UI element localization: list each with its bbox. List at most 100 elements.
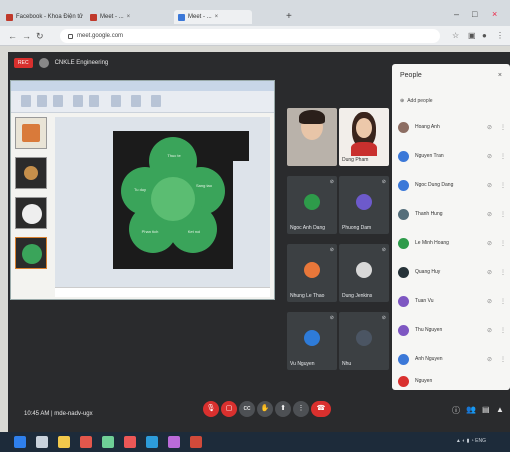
more-options-icon[interactable]: ⋮ <box>500 124 506 131</box>
participant-avatar <box>356 262 372 278</box>
participant-tile[interactable]: ⊘ Nhu <box>339 312 389 370</box>
reload-icon[interactable]: ↻ <box>36 31 44 42</box>
mic-off-icon: ⊘ <box>486 153 492 160</box>
speaker-notes[interactable] <box>55 287 270 297</box>
raise-hand-button[interactable]: ✋ <box>257 401 273 417</box>
participant-name: Tuan Vu <box>415 298 434 304</box>
participant-name: Vu Nguyen <box>290 361 315 367</box>
present-button[interactable]: ⬆ <box>275 401 291 417</box>
participant-row[interactable]: Tuan Vu ⊘ ⋮ <box>398 294 506 308</box>
participant-name: Ngoc Dung Dang <box>415 182 454 188</box>
tab-label: Meet - ... <box>188 14 212 20</box>
powerpoint-title-bar <box>11 81 274 91</box>
shared-screen: Thuc te Tu duy Sang tao Phan tich Ket no… <box>10 80 275 300</box>
slide-thumb[interactable] <box>15 197 47 229</box>
app-icon[interactable] <box>146 436 158 448</box>
more-options-icon[interactable]: ⋮ <box>500 298 506 305</box>
windows-taskbar: ▲ ◐ ▮ ◔ ENG <box>0 432 510 452</box>
slide-thumb[interactable] <box>15 157 47 189</box>
ribbon-icon <box>73 95 83 107</box>
close-window-icon[interactable]: × <box>492 9 497 19</box>
ribbon-icon <box>37 95 47 107</box>
app-icon[interactable] <box>80 436 92 448</box>
url-text: meet.google.com <box>77 33 124 39</box>
slide-thumb[interactable] <box>15 117 47 149</box>
more-options-icon[interactable]: ⋮ <box>500 153 506 160</box>
back-icon[interactable]: ← <box>8 31 17 41</box>
new-tab-button[interactable]: + <box>286 11 292 22</box>
browser-tab-2[interactable]: Meet - ... × <box>90 10 170 24</box>
participant-tile[interactable]: ⊘ Dung Jenkins <box>339 244 389 302</box>
participant-tile[interactable]: ⊘ Nhung Le Thao <box>287 244 337 302</box>
star-icon[interactable]: ☆ <box>452 31 459 40</box>
mic-off-icon: ⊘ <box>486 269 492 276</box>
diagram-label: Phan tich <box>141 229 159 234</box>
more-options-icon[interactable]: ⋮ <box>500 269 506 276</box>
participant-tile-video[interactable] <box>287 108 337 166</box>
info-icon[interactable]: ⓘ <box>452 405 460 416</box>
participant-avatar <box>398 121 409 133</box>
participant-name: Nguyen <box>415 378 433 384</box>
url-field[interactable]: meet.google.com <box>60 29 440 43</box>
participant-row[interactable]: Thu Nguyen ⊘ ⋮ <box>398 323 506 337</box>
ribbon-icon <box>21 95 31 107</box>
more-options-icon[interactable]: ⋮ <box>500 240 506 247</box>
participant-tile[interactable]: ⊘ Phuong Dam <box>339 176 389 234</box>
current-slide: Thuc te Tu duy Sang tao Phan tich Ket no… <box>113 131 233 269</box>
more-options-icon[interactable]: ⋮ <box>500 182 506 189</box>
mic-off-icon: ⊘ <box>486 182 492 189</box>
participant-tile-video[interactable]: Dung Pham <box>339 108 389 166</box>
profile-icon[interactable]: ● <box>482 31 487 40</box>
participant-name: Ngoc Anh Dang <box>290 225 326 231</box>
minimize-icon[interactable]: – <box>454 9 459 19</box>
participant-row[interactable]: Thanh Hung ⊘ ⋮ <box>398 207 506 221</box>
close-icon[interactable]: × <box>498 72 502 79</box>
participant-row[interactable]: Nguyen <box>398 374 506 388</box>
start-icon[interactable] <box>14 436 26 448</box>
app-icon[interactable] <box>102 436 114 448</box>
activities-icon[interactable]: ▲ <box>496 405 504 414</box>
mic-off-icon: ⊘ <box>329 247 334 253</box>
people-icon[interactable]: 👥 <box>466 405 476 414</box>
camera-toggle-button[interactable]: ▢ <box>221 401 237 417</box>
participant-name: Hoang Anh <box>415 124 440 130</box>
more-options-icon[interactable]: ⋮ <box>500 211 506 218</box>
close-icon[interactable]: × <box>127 14 131 20</box>
extension-icon[interactable]: ▣ <box>468 31 476 40</box>
more-options-icon[interactable]: ⋮ <box>500 356 506 363</box>
participant-tile[interactable]: ⊘ Vu Nguyen <box>287 312 337 370</box>
close-icon[interactable]: × <box>215 14 219 20</box>
participant-row[interactable]: Hoang Anh ⊘ ⋮ <box>398 120 506 134</box>
participant-row[interactable]: Ngoc Dung Dang ⊘ ⋮ <box>398 178 506 192</box>
participant-name: Thu Nguyen <box>415 327 443 333</box>
add-person-icon: ⊕ <box>400 98 405 104</box>
mic-toggle-button[interactable]: 🎙 <box>203 401 219 417</box>
more-options-icon[interactable]: ⋮ <box>500 327 506 334</box>
forward-icon[interactable]: → <box>22 31 31 41</box>
participant-row[interactable]: Nguyen Tran ⊘ ⋮ <box>398 149 506 163</box>
more-options-button[interactable]: ⋮ <box>293 401 309 417</box>
chrome-icon[interactable] <box>124 436 136 448</box>
menu-icon[interactable]: ⋮ <box>496 31 504 40</box>
search-icon[interactable] <box>36 436 48 448</box>
maximize-icon[interactable]: □ <box>472 9 477 19</box>
participant-tile[interactable]: ⊘ Ngoc Anh Dang <box>287 176 337 234</box>
captions-button[interactable]: cc <box>239 401 255 417</box>
end-call-button[interactable]: ☎ <box>311 401 331 417</box>
participant-row[interactable]: Le Minh Hoang ⊘ ⋮ <box>398 236 506 250</box>
participant-avatar <box>398 375 409 387</box>
presenter-avatar <box>38 58 49 68</box>
chat-icon[interactable]: ▤ <box>482 405 490 414</box>
participant-avatar <box>356 194 372 210</box>
participant-avatar <box>398 237 409 249</box>
browser-tab-1[interactable]: Facebook - Khoa Điện tử × <box>6 10 86 24</box>
add-people-button[interactable]: ⊕ Add people <box>400 98 433 104</box>
app-icon[interactable] <box>168 436 180 448</box>
slide-thumb-active[interactable] <box>15 237 47 269</box>
participant-row[interactable]: Anh Nguyen ⊘ ⋮ <box>398 352 506 366</box>
powerpoint-icon[interactable] <box>190 436 202 448</box>
file-explorer-icon[interactable] <box>58 436 70 448</box>
browser-tab-3[interactable]: Meet - ... × <box>174 10 252 24</box>
participant-video <box>299 110 325 124</box>
participant-row[interactable]: Quang Huy ⊘ ⋮ <box>398 265 506 279</box>
